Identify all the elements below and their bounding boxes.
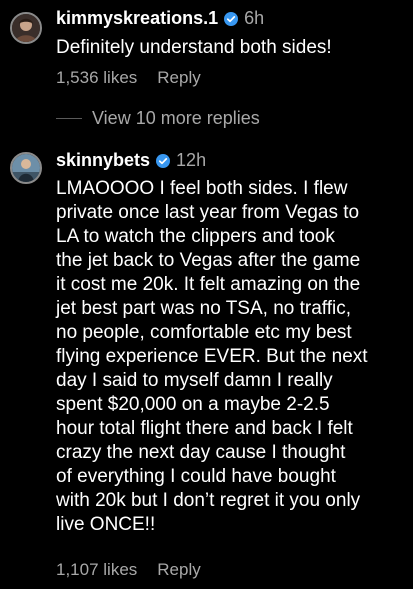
comment-time: 12h (176, 150, 207, 170)
comment-text: LMAOOOO I feel both sides. I flew privat… (56, 178, 368, 535)
reply-button[interactable]: Reply (157, 68, 200, 88)
view-more-replies-button[interactable]: View 10 more replies (56, 108, 260, 129)
comment-header: skinnybets 12h (56, 150, 206, 171)
comment-header: kimmyskreations.1 6h (56, 8, 264, 29)
like-count[interactable]: 1,107 likes (56, 560, 137, 580)
verified-badge-icon (224, 11, 239, 26)
username[interactable]: skinnybets (56, 150, 150, 171)
verified-badge-icon (156, 153, 171, 168)
like-count[interactable]: 1,536 likes (56, 68, 137, 88)
reply-button[interactable]: Reply (157, 560, 200, 580)
comment-time: 6h (244, 8, 265, 28)
comment-text: Definitely understand both sides! (56, 37, 332, 58)
avatar[interactable] (10, 152, 42, 184)
comment-meta: 1,536 likes Reply (56, 68, 201, 88)
divider (56, 118, 82, 119)
avatar[interactable] (10, 12, 42, 44)
username[interactable]: kimmyskreations.1 (56, 8, 218, 29)
comment-meta: 1,107 likes Reply (56, 560, 201, 580)
view-more-replies-label[interactable]: View 10 more replies (92, 108, 260, 129)
